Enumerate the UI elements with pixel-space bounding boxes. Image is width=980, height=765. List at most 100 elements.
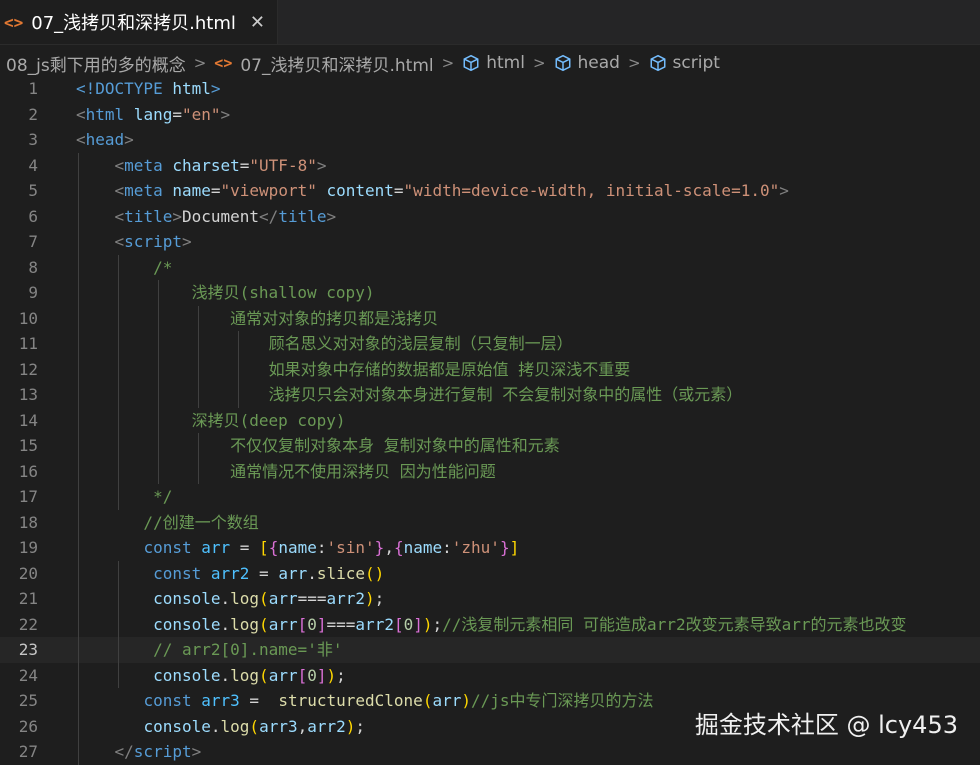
code-token: script [133,742,192,761]
code-token: > [220,104,231,124]
line-number[interactable]: 2 [0,102,38,128]
code-token: Document [181,206,260,226]
code-token: = [172,104,182,124]
code-line[interactable]: 27 </script> [0,739,980,765]
code-text: <!DOCTYPE html> [76,76,221,102]
code-line[interactable]: 9 浅拷贝(shallow copy) [0,280,980,306]
line-number[interactable]: 23 [0,637,38,663]
code-text: <script> [76,229,192,255]
code-token: > [779,181,789,200]
code-line[interactable]: 12 如果对象中存储的数据都是原始值 拷贝深浅不重要 [0,356,980,383]
code-line[interactable]: 14 深拷贝(deep copy) [0,407,980,434]
code-line[interactable]: 11 顾名思义对对象的浅层复制（只复制一层） [0,331,980,357]
code-token: </ [114,742,134,761]
line-number[interactable]: 13 [0,382,38,408]
code-token: { [268,538,279,557]
breadcrumb-script[interactable]: script [649,53,720,73]
code-token: arr2 [326,589,366,608]
code-token: ( [259,614,269,634]
line-number[interactable]: 8 [0,255,38,281]
code-line[interactable]: 13 浅拷贝只会对对象本身进行复制 不会复制对象中的属性（或元素） [0,382,980,408]
code-token: script [124,232,182,251]
code-token: = [239,155,250,175]
line-number[interactable]: 22 [0,612,38,638]
line-number[interactable]: 7 [0,229,38,255]
line-number[interactable]: 18 [0,510,38,536]
code-token: 'sin' [326,538,375,557]
line-number[interactable]: 14 [0,408,38,434]
code-token: () [365,563,385,583]
code-line[interactable]: 5 <meta name="viewport" content="width=d… [0,178,980,204]
code-line[interactable]: 3 <head> [0,127,980,153]
code-token: : [442,538,452,557]
code-token: . [307,563,317,583]
code-token: ) [461,691,471,710]
line-number[interactable]: 27 [0,739,38,765]
line-number[interactable]: 1 [0,76,38,102]
line-number[interactable]: 25 [0,688,38,714]
line-number[interactable]: 24 [0,663,38,689]
code-line[interactable]: 23 // arr2[0].name='非' [0,637,980,663]
code-token: === [326,614,356,634]
code-line[interactable]: 15 不仅仅复制对象本身 复制对象中的属性和元素 [0,433,980,459]
code-token: [ [297,614,308,634]
code-token: ( [259,665,269,685]
close-icon[interactable]: ✕ [250,12,265,33]
code-token: ; [355,716,366,736]
code-token: */ [76,487,173,506]
line-number[interactable]: 10 [0,306,38,332]
code-token: console [143,716,211,736]
code-editor[interactable]: 1 <!DOCTYPE html> 2 <html lang="en"> 3 <head>… [0,76,980,765]
code-line[interactable]: 22 console.log(arr[0]===arr2[0]);//浅复制元素… [0,611,980,638]
code-line[interactable]: 16 通常情况不使用深拷贝 因为性能问题 [0,458,980,485]
code-text: 顾名思义对对象的浅层复制（只复制一层） [76,331,573,357]
code-line[interactable]: 24 console.log(arr[0]); [0,662,980,689]
code-token: const [143,691,192,710]
code-token: console [153,589,221,608]
code-token: meta [124,181,163,200]
code-token: 'zhu' [451,538,500,557]
breadcrumb-html[interactable]: html [462,53,525,73]
code-line[interactable]: 1 <!DOCTYPE html> [0,76,980,102]
line-number[interactable]: 15 [0,433,38,459]
breadcrumb-file[interactable]: <> 07_浅拷贝和深拷贝.html [214,51,433,76]
breadcrumb-folder[interactable]: 08_js剩下用的多的概念 [6,51,186,76]
line-number[interactable]: 16 [0,459,38,485]
line-number[interactable]: 11 [0,331,38,357]
code-token: = [393,181,404,200]
breadcrumb-head-label: head [577,53,620,73]
breadcrumb-html-label: html [486,53,525,73]
code-line[interactable]: 19 const arr = [{name:'sin'},{name:'zhu'… [0,535,980,561]
code-line[interactable]: 21 console.log(arr===arr2); [0,586,980,612]
code-token: console [153,614,221,634]
code-line[interactable]: 18 //创建一个数组 [0,509,980,536]
line-number[interactable]: 6 [0,204,38,230]
code-line[interactable]: 6 <title>Document</title> [0,203,980,230]
line-number[interactable]: 20 [0,561,38,587]
code-line[interactable]: 20 const arr2 = arr.slice() [0,560,980,587]
breadcrumb-script-label: script [672,53,720,73]
tab-active-file[interactable]: <> 07_浅拷贝和深拷贝.html ✕ [0,0,278,44]
code-token: content [316,181,394,200]
code-token: < [114,232,125,251]
breadcrumb-head[interactable]: head [554,53,620,73]
line-number[interactable]: 19 [0,535,38,561]
code-line[interactable]: 7 <script> [0,229,980,255]
line-number[interactable]: 9 [0,280,38,306]
code-text: 深拷贝(deep copy) [76,408,346,434]
code-token: . [220,589,231,608]
code-line[interactable]: 4 <meta charset="UTF-8"> [0,152,980,179]
code-token: [ [259,538,269,557]
line-number[interactable]: 26 [0,714,38,740]
line-number[interactable]: 4 [0,153,38,179]
line-number[interactable]: 3 [0,127,38,153]
line-number[interactable]: 17 [0,484,38,510]
code-line[interactable]: 8 /* [0,254,980,281]
code-line[interactable]: 17 */ [0,484,980,510]
code-line[interactable]: 10 通常对对象的拷贝都是浅拷贝 [0,305,980,332]
line-number[interactable]: 12 [0,357,38,383]
code-line[interactable]: 2 <html lang="en"> [0,102,980,128]
line-number[interactable]: 21 [0,586,38,612]
line-number[interactable]: 5 [0,178,38,204]
